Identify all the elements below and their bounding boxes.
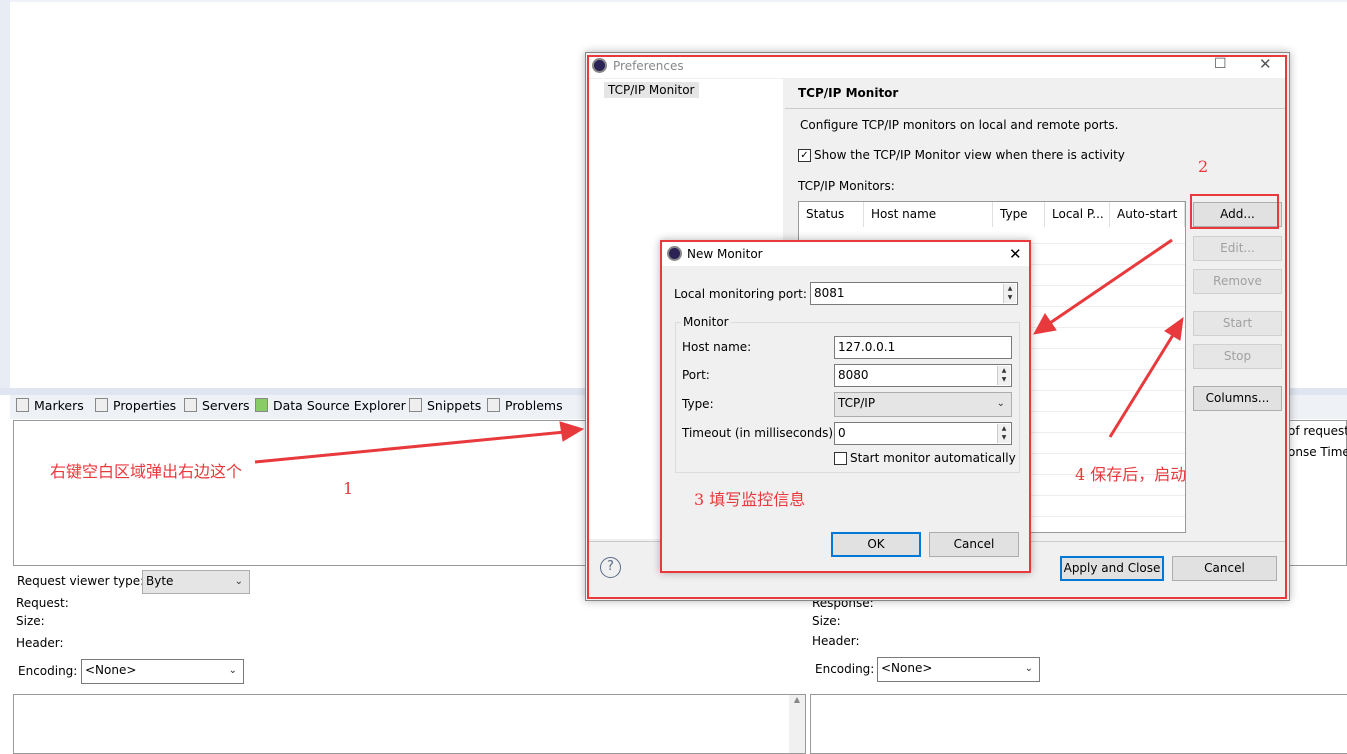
arrow-step2 [1049, 238, 1173, 325]
arrow-step1 [254, 430, 566, 464]
arrow-step1-head [559, 421, 585, 442]
arrow-step4 [1108, 334, 1175, 438]
annotation-arrows [254, 238, 1184, 464]
arrow-step4-head [1164, 316, 1184, 341]
arrow-step2-head [1033, 313, 1057, 335]
